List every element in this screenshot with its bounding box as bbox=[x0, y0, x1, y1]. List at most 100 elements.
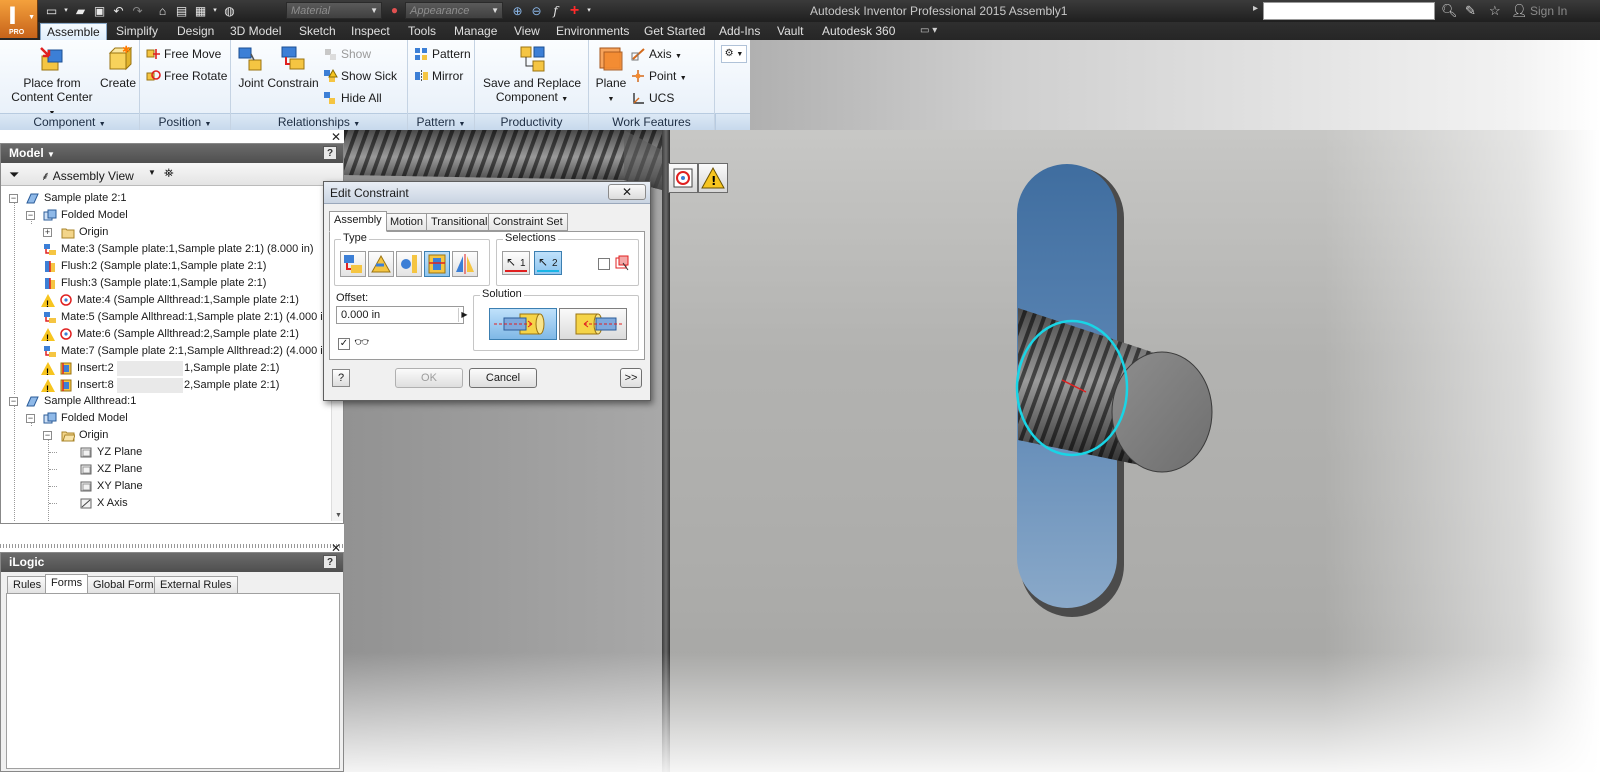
tab-3d-model[interactable]: 3D Model bbox=[224, 23, 287, 40]
tab-get-started[interactable]: Get Started bbox=[638, 23, 711, 40]
undo-icon[interactable]: ↶ bbox=[111, 4, 126, 18]
material-select[interactable]: Material ▼ bbox=[286, 2, 382, 19]
opposed-solution-button[interactable] bbox=[489, 308, 557, 340]
tree-node-mate-4[interactable]: Mate:4 (Sample Allthread:1,Sample plate … bbox=[1, 292, 331, 313]
offset-input[interactable]: 0.000 in ▶ bbox=[336, 306, 468, 324]
home-icon[interactable]: ⌂ bbox=[155, 4, 170, 18]
binoculars-icon[interactable]: ⛯ bbox=[164, 166, 174, 181]
dropdown-icon[interactable]: ▾ bbox=[212, 4, 218, 18]
tree-node-xy-plane[interactable]: XY Plane bbox=[1, 478, 331, 495]
appearance-select[interactable]: Appearance ▼ bbox=[405, 2, 503, 19]
mirror-button[interactable]: Mirror bbox=[414, 67, 463, 85]
selection-1-button[interactable]: ↖ 1 bbox=[502, 251, 530, 275]
mate-type-button[interactable] bbox=[340, 251, 366, 277]
application-menu-button[interactable]: I PRO ▼ bbox=[0, 0, 38, 38]
help-icon[interactable]: ? bbox=[323, 146, 337, 160]
tab-autodesk-360[interactable]: Autodesk 360 bbox=[816, 23, 901, 40]
collapse-icon[interactable]: − bbox=[9, 397, 18, 406]
tab-environments[interactable]: Environments bbox=[550, 23, 635, 40]
pattern-button[interactable]: Pattern bbox=[414, 45, 471, 63]
dialog-title-bar[interactable]: Edit Constraint ✕ bbox=[324, 182, 650, 204]
open-folder-icon[interactable]: ▰ bbox=[73, 4, 88, 18]
warning-glyph-button[interactable]: ! bbox=[698, 163, 728, 193]
plane-button[interactable]: Plane ▼ bbox=[593, 44, 629, 107]
browser-header[interactable]: Model ▼ ? bbox=[1, 144, 343, 163]
tree-node-x-axis[interactable]: X Axis bbox=[1, 495, 331, 512]
tangent-type-button[interactable] bbox=[396, 251, 422, 277]
subscription-icon[interactable]: ✎ bbox=[1465, 3, 1476, 19]
expand-search-icon[interactable]: ▸ bbox=[1253, 3, 1258, 14]
update-icon[interactable]: ▦ bbox=[193, 4, 208, 18]
tree-node-folded-model[interactable]: − Folded Model bbox=[1, 207, 331, 224]
relationships-group-label[interactable]: Relationships ▼ bbox=[231, 113, 407, 130]
filter-icon[interactable]: ⏷ bbox=[9, 167, 19, 183]
new-file-icon[interactable]: ▭ bbox=[44, 4, 59, 18]
panel-splitter[interactable] bbox=[0, 544, 344, 548]
tree-node-mate-3[interactable]: Mate:3 (Sample plate:1,Sample plate 2:1)… bbox=[1, 241, 331, 258]
tab-constraint-set[interactable]: Constraint Set bbox=[488, 213, 568, 231]
collapse-icon[interactable]: − bbox=[9, 194, 18, 203]
chevron-down-icon[interactable]: ▼ bbox=[148, 168, 156, 177]
redo-icon[interactable]: ↷ bbox=[130, 4, 145, 18]
search-icon[interactable]: 🔍︎ bbox=[1441, 3, 1458, 19]
add-icon[interactable]: + bbox=[567, 3, 582, 19]
tree-node-mate-6[interactable]: Mate:6 (Sample Allthread:2,Sample plate … bbox=[1, 326, 331, 347]
tab-add-ins[interactable]: Add-Ins bbox=[713, 23, 766, 40]
tree-node-insert-8[interactable]: Insert:8 2,Sample plate 2:1) bbox=[1, 377, 331, 398]
chevron-right-icon[interactable]: ▶ bbox=[458, 308, 470, 322]
constraint-glyph-button[interactable] bbox=[668, 163, 698, 193]
function-icon[interactable]: f bbox=[548, 4, 563, 18]
tab-tools[interactable]: Tools bbox=[402, 23, 442, 40]
tab-simplify[interactable]: Simplify bbox=[110, 23, 164, 40]
browser-close-icon[interactable]: ✕ bbox=[331, 130, 341, 144]
help-icon[interactable]: ? bbox=[323, 555, 337, 569]
collapse-icon[interactable]: − bbox=[26, 414, 35, 423]
position-group-label[interactable]: Position ▼ bbox=[140, 113, 230, 130]
zoom-in-icon[interactable]: ⊕ bbox=[510, 4, 525, 18]
dialog-close-button[interactable]: ✕ bbox=[608, 184, 646, 200]
aligned-solution-button[interactable] bbox=[559, 308, 627, 340]
hide-all-button[interactable]: Hide All bbox=[323, 89, 382, 107]
first-component-checkbox[interactable] bbox=[598, 258, 610, 270]
collapse-icon[interactable]: − bbox=[43, 431, 52, 440]
create-component-button[interactable]: ✱ Create bbox=[100, 44, 136, 90]
symmetry-type-button[interactable] bbox=[452, 251, 478, 277]
joint-button[interactable]: Joint bbox=[235, 44, 267, 90]
selection-2-button[interactable]: ↖ 2 bbox=[534, 251, 562, 275]
help-search-input[interactable] bbox=[1263, 2, 1435, 20]
expand-icon[interactable]: + bbox=[43, 228, 52, 237]
tab-sketch[interactable]: Sketch bbox=[293, 23, 342, 40]
ucs-button[interactable]: UCS bbox=[631, 89, 674, 107]
cancel-button[interactable]: Cancel bbox=[469, 368, 537, 388]
tree-node-origin[interactable]: − Origin bbox=[1, 427, 331, 444]
tab-vault[interactable]: Vault bbox=[771, 23, 809, 40]
tree-node-sample-plate-2[interactable]: − Sample plate 2:1 bbox=[1, 190, 331, 207]
tab-view[interactable]: View bbox=[508, 23, 546, 40]
tree-node-flush-2[interactable]: Flush:2 (Sample plate:1,Sample plate 2:1… bbox=[1, 258, 331, 275]
component-group-label[interactable]: Component ▼ bbox=[0, 113, 139, 130]
constrain-button[interactable]: Constrain bbox=[267, 44, 319, 90]
angle-type-button[interactable] bbox=[368, 251, 394, 277]
project-icon[interactable]: ▤ bbox=[174, 4, 189, 18]
tab-transitional[interactable]: Transitional bbox=[426, 213, 493, 231]
collapse-icon[interactable]: − bbox=[26, 211, 35, 220]
zoom-out-icon[interactable]: ⊖ bbox=[529, 4, 544, 18]
dialog-help-button[interactable]: ? bbox=[332, 369, 350, 387]
tab-external-rules[interactable]: External Rules bbox=[154, 576, 238, 594]
insert-type-button[interactable] bbox=[424, 251, 450, 277]
ribbon-options-icon[interactable]: ▭ ▾ bbox=[920, 25, 937, 36]
tab-rules[interactable]: Rules bbox=[7, 576, 48, 594]
favorites-star-icon[interactable]: ☆ bbox=[1489, 3, 1501, 19]
place-from-content-center-button[interactable]: Place from Content Center ▼ bbox=[8, 44, 96, 121]
show-button[interactable]: Show bbox=[323, 45, 371, 63]
tree-node-insert-2[interactable]: Insert:2 1,Sample plate 2:1) bbox=[1, 360, 331, 381]
tree-node-mate-5[interactable]: Mate:5 (Sample Allthread:1,Sample plate … bbox=[1, 309, 332, 326]
save-and-replace-component-button[interactable]: Save and Replace Component ▼ bbox=[477, 44, 587, 107]
pick-part-first-icon[interactable] bbox=[614, 254, 630, 272]
tree-node-folded-model[interactable]: − Folded Model bbox=[1, 410, 331, 427]
sign-in-link[interactable]: Sign In bbox=[1530, 4, 1567, 18]
point-button[interactable]: Point ▼ bbox=[631, 67, 687, 85]
tab-assembly[interactable]: Assembly bbox=[329, 211, 387, 232]
tab-motion[interactable]: Motion bbox=[385, 213, 429, 231]
show-preview-checkbox[interactable]: ✓ bbox=[338, 338, 350, 350]
